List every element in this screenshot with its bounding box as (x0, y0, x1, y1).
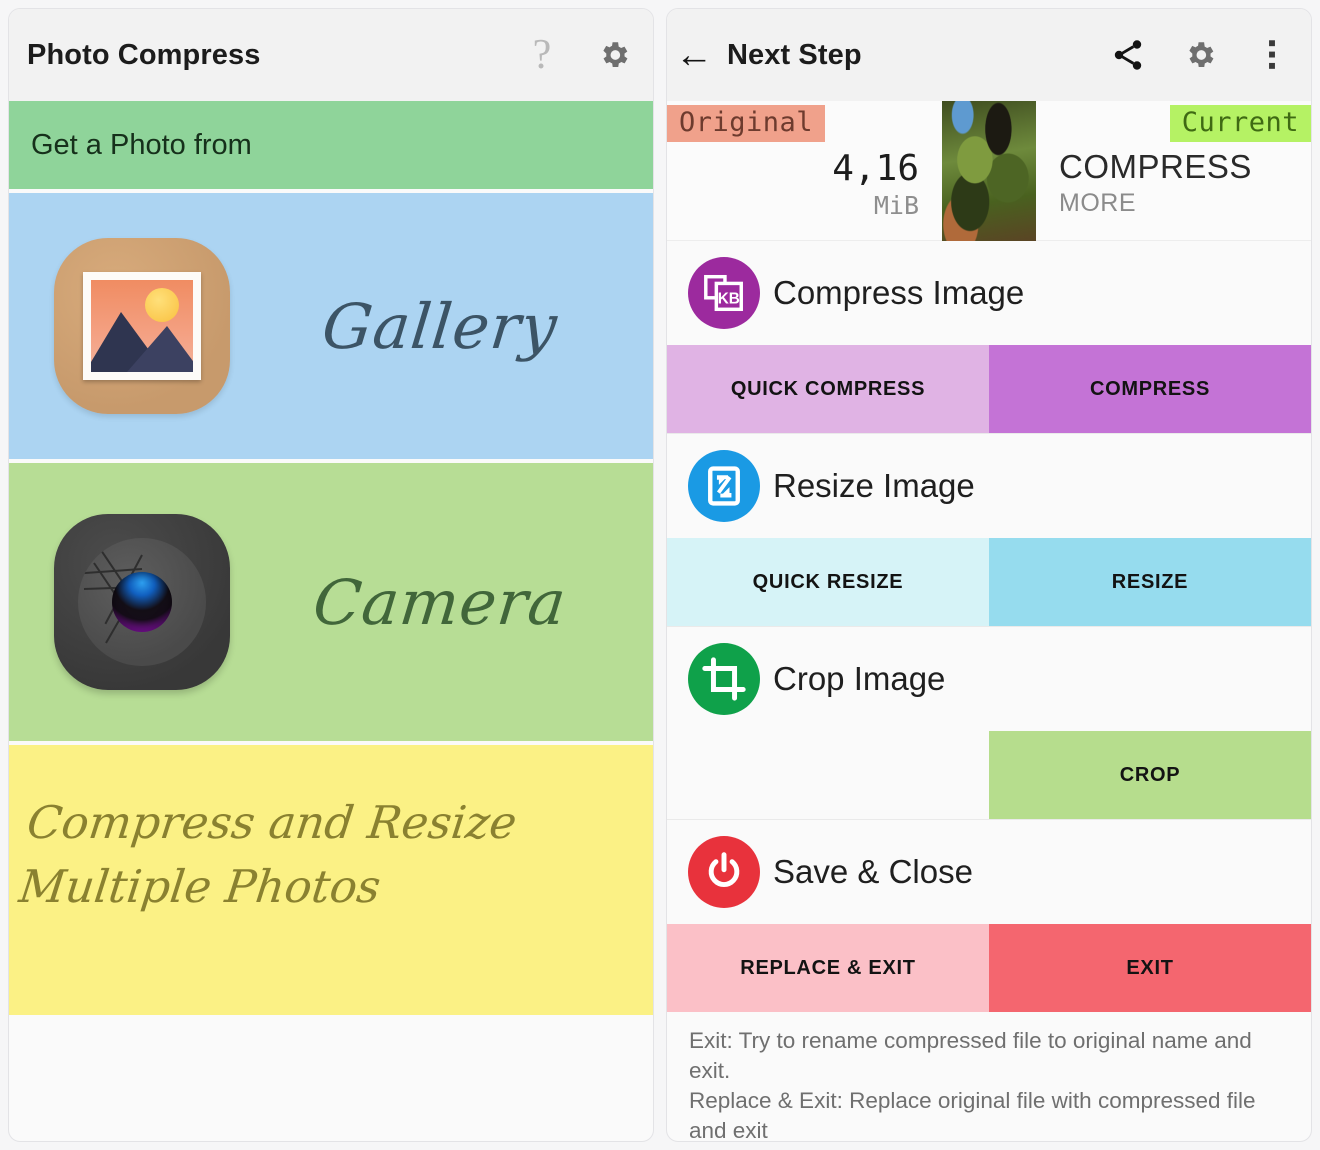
exit-help-text: Exit: Try to rename compressed file to o… (689, 1028, 1256, 1142)
back-button[interactable]: ← (675, 34, 727, 76)
crop-glyph (702, 657, 746, 701)
settings-button[interactable] (1179, 34, 1221, 76)
gallery-row: Gallery (9, 238, 653, 414)
overflow-menu-button[interactable] (1251, 34, 1293, 76)
original-size-unit: MiB (873, 191, 919, 220)
crop-icon (688, 643, 760, 715)
resize-arrows-icon (688, 450, 760, 522)
photo-inner (91, 280, 193, 372)
gear-icon (603, 42, 628, 68)
share-button[interactable] (1107, 34, 1149, 76)
photo-frame (83, 272, 201, 380)
get-photo-from-label: Get a Photo from (31, 128, 252, 161)
current-stack: Current COMPRESS MORE (1059, 105, 1311, 218)
original-column: Original 4,16 MiB (667, 101, 941, 240)
screenshot-stage: Photo Compress ? Get a Photo from Galler… (0, 0, 1320, 1150)
power-icon-wrap (681, 836, 767, 908)
get-photo-from-band: Get a Photo from (9, 101, 653, 189)
current-line2: MORE (1059, 189, 1136, 217)
compress-icon-wrap: KB (681, 257, 767, 329)
camera-icon-wrap (33, 514, 251, 690)
save-close-button-row: REPLACE & EXIT EXIT (667, 924, 1311, 1012)
power-icon (688, 836, 760, 908)
power-glyph (708, 852, 740, 888)
current-line1: COMPRESS (1059, 148, 1252, 185)
lens-outer (78, 538, 206, 666)
camera-aperture-icon (54, 514, 230, 690)
promo-band[interactable]: Compress and Resize Multiple Photos (9, 745, 653, 1015)
gallery-label: Gallery (318, 289, 562, 363)
gear-icon (1189, 42, 1214, 68)
original-size-value: 4,16 (832, 148, 919, 189)
share-icon (1114, 40, 1142, 70)
right-appbar-actions (1107, 34, 1293, 76)
action-row-resize-image[interactable]: Resize Image (667, 434, 1311, 538)
exit-button[interactable]: EXIT (989, 924, 1311, 1012)
size-summary: Original 4,16 MiB Current COMPRESS MORE (667, 101, 1311, 241)
original-badge: Original (667, 105, 826, 142)
kb-document-glyph: KB (704, 274, 743, 312)
compress-button-row: QUICK COMPRESS COMPRESS (667, 345, 1311, 433)
action-row-compress-image[interactable]: KB Compress Image (667, 241, 1311, 345)
action-row-crop-image[interactable]: Crop Image (667, 627, 1311, 731)
question-mark-icon: ? (532, 32, 552, 78)
resize-button-row: QUICK RESIZE RESIZE (667, 538, 1311, 626)
svg-text:KB: KB (718, 291, 740, 308)
gallery-icon-wrap (33, 238, 251, 414)
left-appbar-actions: ? (521, 34, 635, 76)
compress-kb-icon: KB (688, 257, 760, 329)
mountain-right (127, 326, 193, 372)
more-vertical-icon (1269, 40, 1275, 69)
promo-text: Compress and Resize Multiple Photos (16, 796, 520, 913)
next-step-title: Next Step (727, 38, 862, 71)
resize-image-title: Resize Image (773, 467, 975, 504)
current-badge: Current (1169, 105, 1311, 142)
crop-button-row: CROP (667, 731, 1311, 819)
camera-label: Camera (309, 565, 571, 639)
image-thumbnail[interactable] (942, 101, 1036, 241)
left-appbar: Photo Compress ? (9, 9, 653, 101)
original-stack: Original 4,16 MiB (667, 105, 919, 220)
lens-core (112, 572, 172, 632)
compress-button[interactable]: COMPRESS (989, 345, 1311, 433)
app-title: Photo Compress (27, 38, 261, 71)
action-row-save-and-close[interactable]: Save & Close (667, 820, 1311, 924)
quick-compress-button[interactable]: QUICK COMPRESS (667, 345, 989, 433)
crop-image-title: Crop Image (773, 660, 946, 697)
resize-glyph (708, 466, 740, 506)
crop-row-empty-slot (667, 731, 989, 819)
save-and-close-title: Save & Close (773, 853, 973, 890)
quick-resize-button[interactable]: QUICK RESIZE (667, 538, 989, 626)
source-option-camera[interactable]: Camera (9, 463, 653, 741)
settings-button[interactable] (593, 34, 635, 76)
resize-icon-wrap (681, 450, 767, 522)
camera-row: Camera (9, 514, 653, 690)
help-button[interactable]: ? (521, 34, 563, 76)
back-arrow-icon: ← (675, 34, 713, 76)
gallery-photo-icon (54, 238, 230, 414)
crop-icon-wrap (681, 643, 767, 715)
current-column: Current COMPRESS MORE (1037, 101, 1311, 240)
compress-image-title: Compress Image (773, 274, 1025, 311)
photo-compress-home-card: Photo Compress ? Get a Photo from Galler… (8, 8, 654, 1142)
replace-and-exit-button[interactable]: REPLACE & EXIT (667, 924, 989, 1012)
resize-button[interactable]: RESIZE (989, 538, 1311, 626)
crop-button[interactable]: CROP (989, 731, 1311, 819)
right-appbar: ← Next Step (667, 9, 1311, 101)
next-step-card: ← Next Step Original 4,16 MiB Current CO… (666, 8, 1312, 1142)
source-option-gallery[interactable]: Gallery (9, 193, 653, 459)
thumbnail-column[interactable] (941, 101, 1037, 241)
